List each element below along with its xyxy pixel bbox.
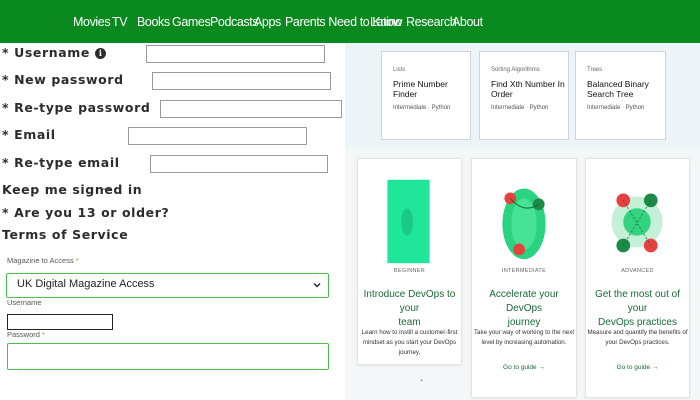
go-to-guide-link[interactable]: Go to guide → bbox=[472, 364, 576, 371]
username2-label-text: Username bbox=[7, 298, 42, 307]
nav-item-about[interactable]: About bbox=[452, 15, 483, 29]
devops-desc-line: Measure and quantify the benefits of bbox=[587, 329, 688, 336]
lab-meta: Intermediate · Python bbox=[491, 105, 549, 111]
nav-item-podcasts[interactable]: Podcasts bbox=[210, 15, 259, 29]
devops-desc-line: your DevOps practices. bbox=[605, 339, 670, 346]
level-label: BEGINNER bbox=[393, 268, 426, 274]
magazine-select[interactable]: UK Digital Magazine Access bbox=[6, 273, 329, 298]
top-nav: Movies TV Books Games Podcasts Apps Pare… bbox=[0, 0, 700, 44]
lab-card-balanced-bst[interactable]: Trees Balanced Binary Search Tree Interm… bbox=[575, 51, 666, 140]
magazine-label: Magazine to Access * bbox=[7, 256, 79, 265]
devops-desc: Measure and quantify the benefits of you… bbox=[586, 328, 689, 348]
devops-desc-line: Take your way of working to the next bbox=[473, 329, 575, 336]
beginner-illustration-icon bbox=[387, 179, 430, 264]
devops-title: Get the most out of your DevOps practice… bbox=[586, 288, 689, 330]
nav-item-movies[interactable]: Movies bbox=[73, 15, 111, 29]
devops-desc-line: mindset as you start your DevOps bbox=[362, 339, 457, 346]
required-mark: * bbox=[42, 330, 45, 339]
email-input[interactable] bbox=[128, 127, 307, 145]
devops-title: Introduce DevOps to your team bbox=[358, 288, 461, 330]
lab-title: Balanced Binary Search Tree bbox=[587, 79, 649, 99]
chevron-down-icon bbox=[313, 283, 321, 288]
lab-meta: Intermediate · Python bbox=[587, 105, 645, 111]
devops-title-line: Introduce DevOps to your bbox=[363, 289, 456, 314]
nav-item-books[interactable]: Books bbox=[137, 15, 170, 29]
email-label: * Email bbox=[2, 127, 56, 142]
level-label: ADVANCED bbox=[621, 268, 654, 274]
devops-title-line: Accelerate your DevOps bbox=[489, 289, 559, 314]
advanced-illustration-icon bbox=[611, 193, 663, 253]
devops-desc-line: journey. bbox=[398, 349, 421, 356]
retype-password-input[interactable] bbox=[160, 100, 342, 118]
nav-item-tv[interactable]: TV bbox=[112, 15, 128, 29]
nav-item-apps[interactable]: Apps bbox=[254, 15, 281, 29]
devops-card-intermediate[interactable]: INTERMEDIATE Accelerate your DevOps jour… bbox=[471, 158, 577, 398]
go-to-guide-link[interactable]: Go to guide → bbox=[586, 364, 689, 371]
lab-tag: Lists bbox=[393, 67, 406, 73]
chevron-down-icon[interactable]: ⌄ bbox=[419, 376, 424, 383]
password-input[interactable] bbox=[7, 343, 329, 370]
cursor-icon bbox=[102, 186, 111, 192]
lab-tag: Trees bbox=[587, 67, 603, 73]
retype-email-input[interactable] bbox=[150, 155, 328, 173]
lab-card-find-xth-number[interactable]: Sorting Algorithms Find Xth Number In Or… bbox=[479, 51, 569, 140]
nav-item-latino[interactable]: Latino bbox=[370, 15, 402, 29]
terms-of-service-link[interactable]: Terms of Service bbox=[2, 227, 128, 242]
lab-title: Prime Number Finder bbox=[393, 79, 448, 99]
retype-password-label: * Re-type password bbox=[2, 100, 151, 115]
info-icon[interactable]: i bbox=[94, 48, 106, 59]
magazine-select-value: UK Digital Magazine Access bbox=[17, 278, 155, 290]
lab-tag: Sorting Algorithms bbox=[491, 67, 540, 73]
username2-label: Username bbox=[7, 298, 42, 307]
nav-item-research[interactable]: Research bbox=[406, 15, 457, 29]
retype-email-label: * Re-type email bbox=[2, 155, 120, 170]
intermediate-illustration-icon bbox=[502, 188, 546, 260]
password-label: Password * bbox=[7, 330, 45, 339]
devops-card-beginner[interactable]: BEGINNER Introduce DevOps to your team L… bbox=[357, 158, 462, 365]
level-label: INTERMEDIATE bbox=[501, 268, 547, 274]
new-password-input[interactable] bbox=[152, 72, 331, 90]
devops-desc: Take your way of working to the next lev… bbox=[472, 328, 576, 348]
lab-title: Find Xth Number In Order bbox=[491, 79, 565, 99]
lab-card-prime-number-finder[interactable]: Lists Prime Number Finder Intermediate ·… bbox=[381, 51, 471, 140]
required-mark: * bbox=[75, 256, 79, 265]
password-label-text: Password bbox=[7, 330, 40, 339]
devops-desc-line: Learn how to instill a customer-first bbox=[361, 329, 458, 336]
username2-input[interactable] bbox=[7, 314, 113, 330]
magazine-label-text: Magazine to Access bbox=[7, 256, 74, 265]
devops-desc: Learn how to instill a customer-first mi… bbox=[358, 328, 461, 358]
keep-signed-in-label[interactable]: Keep me signed in bbox=[2, 182, 142, 197]
lab-meta: Intermediate · Python bbox=[393, 105, 451, 111]
age-label[interactable]: * Are you 13 or older? bbox=[2, 205, 169, 220]
username-input[interactable] bbox=[146, 45, 325, 63]
nav-item-games[interactable]: Games bbox=[172, 15, 211, 29]
devops-title-line: Get the most out of your bbox=[594, 289, 681, 314]
username-label-text: * Username bbox=[2, 45, 90, 60]
registration-form: * Username i * New password * Re-type pa… bbox=[0, 43, 345, 400]
username-label: * Username i bbox=[2, 45, 106, 60]
devops-desc-line: level by increasing automation. bbox=[481, 339, 567, 346]
new-password-label: * New password bbox=[2, 72, 124, 87]
devops-title: Accelerate your DevOps journey bbox=[472, 288, 576, 330]
devops-card-advanced[interactable]: ADVANCED Get the most out of your DevOps… bbox=[585, 158, 690, 398]
right-panel: Lists Prime Number Finder Intermediate ·… bbox=[345, 43, 700, 400]
